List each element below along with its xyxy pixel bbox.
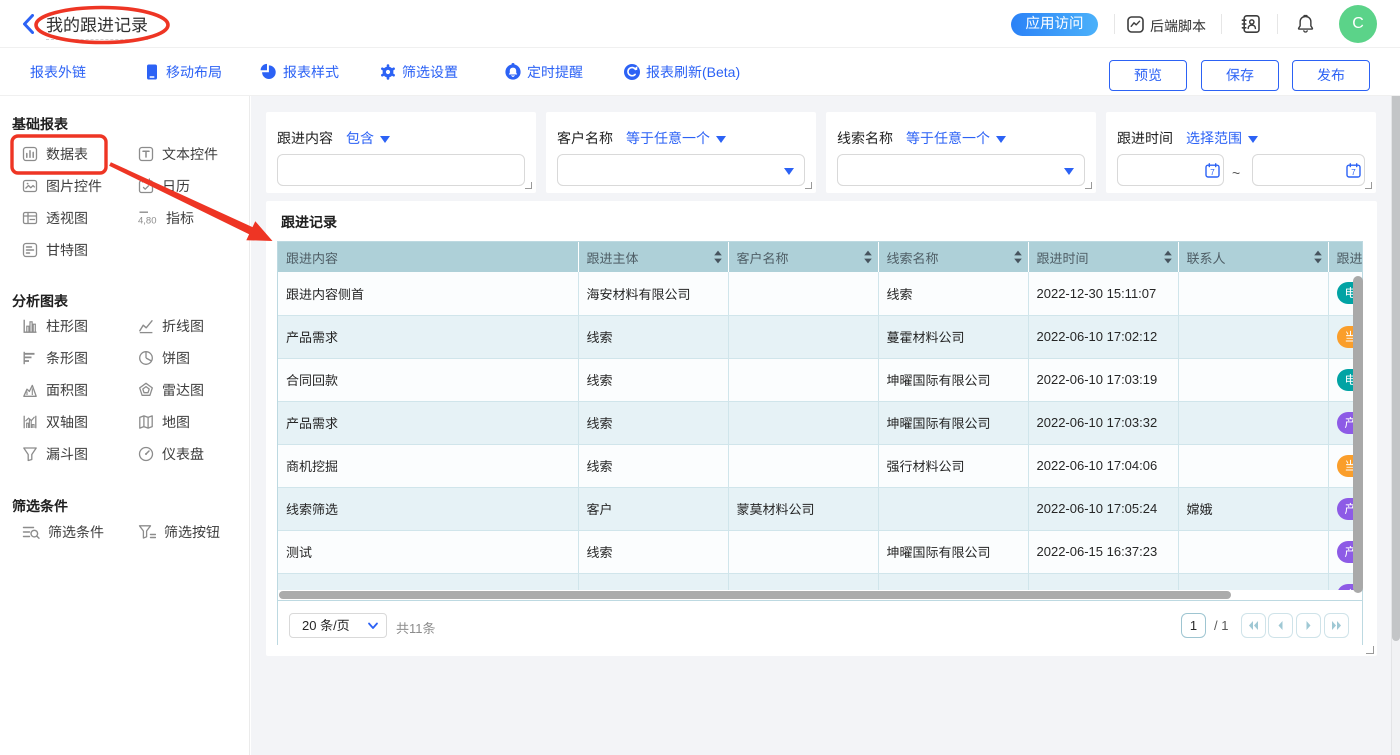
svg-text:7: 7 xyxy=(1210,168,1215,177)
svg-text:7: 7 xyxy=(1351,168,1356,177)
svg-text:4,80: 4,80 xyxy=(138,216,157,227)
